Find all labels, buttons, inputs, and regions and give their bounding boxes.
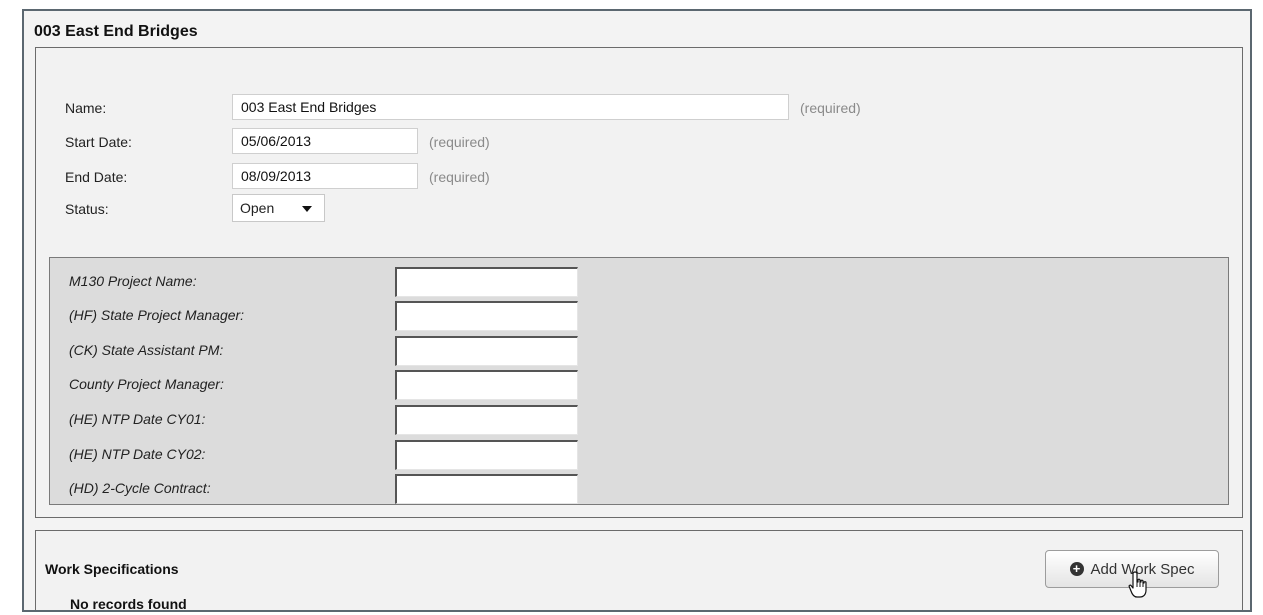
custom-field-label: (HE) NTP Date CY02: xyxy=(69,446,206,462)
custom-field-input[interactable] xyxy=(395,440,578,470)
custom-field-label: (HE) NTP Date CY01: xyxy=(69,411,206,427)
custom-field-input[interactable] xyxy=(395,301,578,331)
work-specifications-panel: Work Specifications No records found + A… xyxy=(35,530,1243,612)
custom-field-row: (HE) NTP Date CY02: xyxy=(50,438,650,472)
custom-field-label: (HF) State Project Manager: xyxy=(69,307,245,323)
custom-field-row: (HE) NTP Date CY01: xyxy=(50,403,650,437)
custom-field-row: (CK) State Assistant PM: xyxy=(50,334,650,368)
custom-field-row: (HF) State Project Manager: xyxy=(50,299,650,333)
custom-field-input[interactable] xyxy=(395,405,578,435)
status-select[interactable]: Open xyxy=(232,194,325,222)
custom-field-input[interactable] xyxy=(395,370,578,400)
custom-fields-panel: M130 Project Name: (HF) State Project Ma… xyxy=(49,257,1229,505)
custom-field-input[interactable] xyxy=(395,267,578,297)
start-date-input[interactable] xyxy=(232,128,418,154)
custom-field-label: (CK) State Assistant PM: xyxy=(69,342,224,358)
custom-field-row: (HD) 2-Cycle Contract: xyxy=(50,472,650,506)
start-date-label: Start Date: xyxy=(65,134,132,150)
custom-field-label: M130 Project Name: xyxy=(69,273,197,289)
custom-field-row: County Project Manager: xyxy=(50,368,650,402)
chevron-down-icon xyxy=(302,206,312,212)
name-label: Name: xyxy=(65,100,107,116)
page-title: 003 East End Bridges xyxy=(34,23,198,40)
custom-field-label: (HD) 2-Cycle Contract: xyxy=(69,480,211,496)
project-details-panel: Name: (required) Start Date: (required) … xyxy=(35,47,1243,518)
end-date-input[interactable] xyxy=(232,163,418,189)
name-input[interactable] xyxy=(232,94,789,120)
custom-field-input[interactable] xyxy=(395,336,578,366)
custom-field-row: M130 Project Name: xyxy=(50,265,650,299)
no-records-message: No records found xyxy=(70,596,187,612)
name-required-hint: (required) xyxy=(800,100,861,116)
end-date-required-hint: (required) xyxy=(429,169,490,185)
custom-field-input[interactable] xyxy=(395,474,578,504)
end-date-label: End Date: xyxy=(65,169,128,185)
status-value: Open xyxy=(240,200,275,216)
project-frame: 003 East End Bridges Name: (required) St… xyxy=(22,9,1252,612)
work-specifications-title: Work Specifications xyxy=(45,561,179,577)
hand-pointer-icon xyxy=(1128,571,1147,598)
custom-field-label: County Project Manager: xyxy=(69,376,224,392)
start-date-required-hint: (required) xyxy=(429,134,490,150)
status-label: Status: xyxy=(65,201,109,217)
plus-circle-icon: + xyxy=(1069,562,1084,576)
